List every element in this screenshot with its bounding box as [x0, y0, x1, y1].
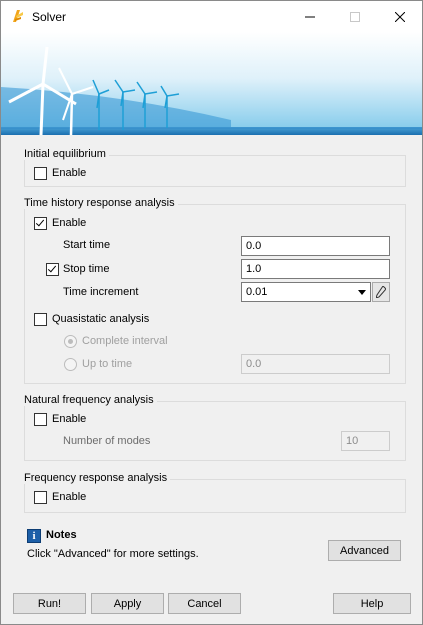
time-increment-label: Time increment — [63, 286, 139, 298]
time-increment-combo[interactable]: 0.01 — [241, 282, 371, 302]
number-of-modes-input[interactable]: 10 — [341, 431, 390, 451]
help-button[interactable]: Help — [333, 593, 411, 614]
initial-equilibrium-enable-label[interactable]: Enable — [52, 167, 86, 179]
wind-turbines-banner — [1, 32, 422, 135]
time-increment-edit-button[interactable] — [372, 282, 390, 302]
notes-title: Notes — [46, 529, 77, 541]
quasistatic-checkbox[interactable] — [34, 313, 47, 326]
up-to-time-label[interactable]: Up to time — [82, 358, 132, 370]
stop-time-input[interactable]: 1.0 — [241, 259, 390, 279]
initial-equilibrium-enable-checkbox[interactable] — [34, 167, 47, 180]
maximize-button[interactable] — [332, 1, 377, 32]
number-of-modes-label: Number of modes — [63, 435, 151, 447]
start-time-input[interactable]: 0.0 — [241, 236, 390, 256]
minimize-icon — [304, 16, 315, 17]
quasistatic-label[interactable]: Quasistatic analysis — [52, 313, 149, 325]
natural-frequency-enable-label[interactable]: Enable — [52, 413, 86, 425]
combo-arrow[interactable] — [353, 283, 370, 301]
frequency-response-enable-label[interactable]: Enable — [52, 491, 86, 503]
apply-button[interactable]: Apply — [91, 593, 164, 614]
close-icon — [394, 11, 405, 22]
cancel-button[interactable]: Cancel — [168, 593, 241, 614]
up-to-time-input[interactable]: 0.0 — [241, 354, 390, 374]
title-bar[interactable]: Solver — [1, 1, 422, 32]
stop-time-checkbox[interactable] — [46, 263, 59, 276]
maximize-icon — [349, 11, 360, 22]
run-button[interactable]: Run! — [13, 593, 86, 614]
notes-text: Click "Advanced" for more settings. — [27, 548, 199, 560]
chevron-down-icon — [357, 289, 366, 295]
up-to-time-radio[interactable] — [64, 358, 77, 371]
window-title: Solver — [32, 10, 67, 24]
minimize-button[interactable] — [287, 1, 332, 32]
start-time-label: Start time — [63, 239, 111, 251]
complete-interval-radio[interactable] — [64, 335, 77, 348]
close-button[interactable] — [377, 1, 422, 32]
advanced-button[interactable]: Advanced — [328, 540, 401, 561]
initial-equilibrium-title: Initial equilibrium — [24, 148, 109, 160]
natural-frequency-enable-checkbox[interactable] — [34, 413, 47, 426]
time-history-enable-checkbox[interactable] — [34, 217, 47, 230]
info-icon: i — [27, 529, 41, 543]
time-history-title: Time history response analysis — [24, 197, 178, 209]
frequency-response-title: Frequency response analysis — [24, 472, 171, 484]
complete-interval-label[interactable]: Complete interval — [82, 335, 168, 347]
natural-frequency-title: Natural frequency analysis — [24, 394, 157, 406]
solver-window: Solver Initial equilibrium Enable Time h… — [0, 0, 423, 625]
stop-time-label[interactable]: Stop time — [63, 263, 109, 275]
time-increment-value: 0.01 — [246, 286, 268, 298]
pencil-icon — [376, 286, 386, 298]
time-history-enable-label[interactable]: Enable — [52, 217, 86, 229]
solver-wing-icon — [13, 10, 23, 22]
frequency-response-enable-checkbox[interactable] — [34, 491, 47, 504]
